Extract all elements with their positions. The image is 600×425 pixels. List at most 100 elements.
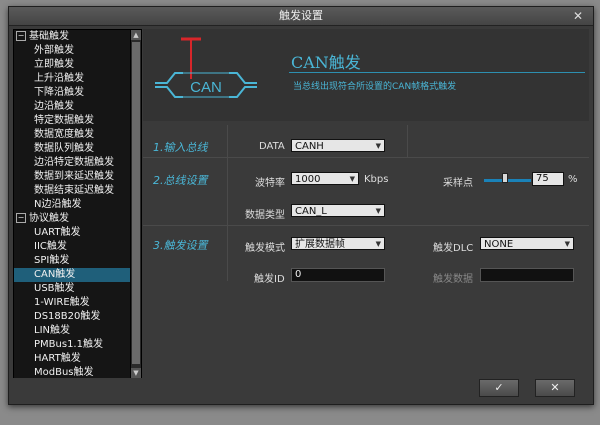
tree-item-label: 数据队列触发: [34, 143, 94, 154]
section-bus-settings: 2.总线设置: [153, 174, 208, 187]
divider: [227, 125, 228, 281]
tree-item[interactable]: 数据宽度触发: [14, 128, 130, 142]
data-select-value: CANH: [295, 141, 324, 152]
tree-scrollbar[interactable]: ▲ ▼: [130, 29, 142, 379]
panel-header: CAN CAN触发 当总线出现符合所设置的CAN帧格式触发: [143, 29, 589, 121]
tree-item-label: 边沿特定数据触发: [34, 157, 114, 168]
page-description: 当总线出现符合所设置的CAN帧格式触发: [293, 82, 457, 92]
tree-item-label: 数据宽度触发: [34, 129, 94, 140]
tree-item[interactable]: UART触发: [14, 226, 130, 240]
trigger-mode-select[interactable]: 扩展数据帧 ▼: [291, 237, 385, 250]
tree-item[interactable]: 数据结束延迟触发: [14, 184, 130, 198]
tree-item[interactable]: HART触发: [14, 352, 130, 366]
title-underline: [289, 72, 585, 73]
tree-item[interactable]: 特定数据触发: [14, 114, 130, 128]
trigger-tree: − 基础触发 外部触发 立即触发 上升沿触发 下降沿触发 边沿触发 特定数据触发 数据宽度触发数…: [13, 29, 131, 379]
page-title: CAN触发: [291, 53, 361, 72]
baud-label: 波特率: [255, 178, 285, 189]
divider: [143, 157, 589, 158]
chevron-down-icon: ▼: [564, 240, 570, 248]
scroll-thumb[interactable]: [132, 42, 140, 364]
tree-item-label: 上升沿触发: [34, 73, 84, 84]
tree-group[interactable]: − 基础触发: [14, 30, 130, 44]
window-title: 触发设置: [279, 9, 323, 22]
tree-item[interactable]: 数据队列触发: [14, 142, 130, 156]
section-trigger-settings: 3.触发设置: [153, 239, 208, 252]
tree-item-label: 1-WIRE触发: [34, 297, 90, 308]
trigger-data-input[interactable]: [480, 268, 574, 282]
tree-item[interactable]: IIC触发: [14, 240, 130, 254]
divider: [143, 225, 589, 226]
tree-item[interactable]: USB触发: [14, 282, 130, 296]
tree-item-label: ModBus触发: [34, 367, 94, 378]
tree-item-label: HART触发: [34, 353, 81, 364]
logo-text: CAN: [190, 79, 222, 96]
tree-item[interactable]: LIN触发: [14, 324, 130, 338]
tree-item[interactable]: 上升沿触发: [14, 72, 130, 86]
tree-item[interactable]: 1-WIRE触发: [14, 296, 130, 310]
tree-item-label: 基础触发: [29, 31, 69, 42]
chevron-down-icon: ▼: [349, 175, 355, 183]
collapse-icon[interactable]: −: [16, 31, 26, 41]
tree-item-label: SPI触发: [34, 255, 70, 266]
tree-item-label: 立即触发: [34, 59, 74, 70]
baud-unit: Kbps: [364, 174, 389, 185]
tree-item-label: CAN触发: [34, 269, 76, 280]
trigger-mode-label: 触发模式: [245, 243, 285, 254]
tree-item[interactable]: 下降沿触发: [14, 86, 130, 100]
tree-item-label: USB触发: [34, 283, 75, 294]
trigger-id-label: 触发ID: [254, 274, 285, 285]
sample-point-label: 采样点: [443, 178, 473, 189]
chevron-down-icon: ▼: [375, 240, 381, 248]
cancel-button[interactable]: ✕: [535, 379, 575, 397]
data-type-label: 数据类型: [245, 210, 285, 221]
data-select[interactable]: CANH ▼: [291, 139, 385, 152]
trigger-dlc-label: 触发DLC: [433, 243, 474, 254]
tree-item[interactable]: CAN触发: [14, 268, 130, 282]
tree-item-label: 特定数据触发: [34, 115, 94, 126]
tree-item-label: 下降沿触发: [34, 87, 84, 98]
trigger-data-label: 触发数据: [433, 274, 473, 285]
tree-item[interactable]: SPI触发: [14, 254, 130, 268]
tree-item[interactable]: DS18B20触发: [14, 310, 130, 324]
collapse-icon[interactable]: −: [16, 213, 26, 223]
trigger-id-input[interactable]: 0: [291, 268, 385, 282]
tree-item-label: PMBus1.1触发: [34, 339, 103, 350]
close-icon[interactable]: ✕: [571, 7, 585, 25]
data-type-select[interactable]: CAN_L ▼: [291, 204, 385, 217]
tree-item-label: IIC触发: [34, 241, 67, 252]
tree-item-label: LIN触发: [34, 325, 71, 336]
tree-item[interactable]: PMBus1.1触发: [14, 338, 130, 352]
divider: [407, 125, 408, 157]
tree-item-label: N边沿触发: [34, 199, 82, 210]
scroll-up-icon[interactable]: ▲: [131, 30, 141, 40]
chevron-down-icon: ▼: [375, 142, 381, 150]
tree-item[interactable]: 数据到来延迟触发: [14, 170, 130, 184]
trigger-settings-dialog: 触发设置 ✕ − 基础触发 外部触发 立即触发 上升沿触发 下降沿触发 边沿触发 特定数据触发…: [8, 6, 594, 405]
tree-item-label: 外部触发: [34, 45, 74, 56]
title-bar: 触发设置 ✕: [9, 7, 593, 26]
tree-item[interactable]: 外部触发: [14, 44, 130, 58]
sample-point-slider-handle[interactable]: [502, 173, 508, 183]
section-input-bus: 1.输入总线: [153, 141, 208, 154]
tree-item-label: 协议触发: [29, 213, 69, 224]
tree-item[interactable]: N边沿触发: [14, 198, 130, 212]
baud-rate-select[interactable]: 1000 ▼: [291, 172, 359, 185]
chevron-down-icon: ▼: [375, 207, 381, 215]
scroll-down-icon[interactable]: ▼: [131, 368, 141, 378]
trigger-mode-value: 扩展数据帧: [295, 239, 345, 250]
baud-rate-value: 1000: [295, 174, 321, 185]
tree-item-label: UART触发: [34, 227, 81, 238]
data-type-value: CAN_L: [295, 206, 327, 217]
tree-group[interactable]: − 协议触发: [14, 212, 130, 226]
tree-item[interactable]: 边沿特定数据触发: [14, 156, 130, 170]
tree-item[interactable]: 边沿触发: [14, 100, 130, 114]
sample-point-unit: %: [568, 174, 578, 185]
trigger-dlc-select[interactable]: NONE ▼: [480, 237, 574, 250]
tree-item[interactable]: 立即触发: [14, 58, 130, 72]
data-label: DATA: [259, 141, 285, 152]
can-bus-logo-icon: CAN: [155, 37, 257, 98]
ok-button[interactable]: ✓: [479, 379, 519, 397]
sample-point-input[interactable]: 75: [532, 172, 564, 186]
tree-item-label: 边沿触发: [34, 101, 74, 112]
